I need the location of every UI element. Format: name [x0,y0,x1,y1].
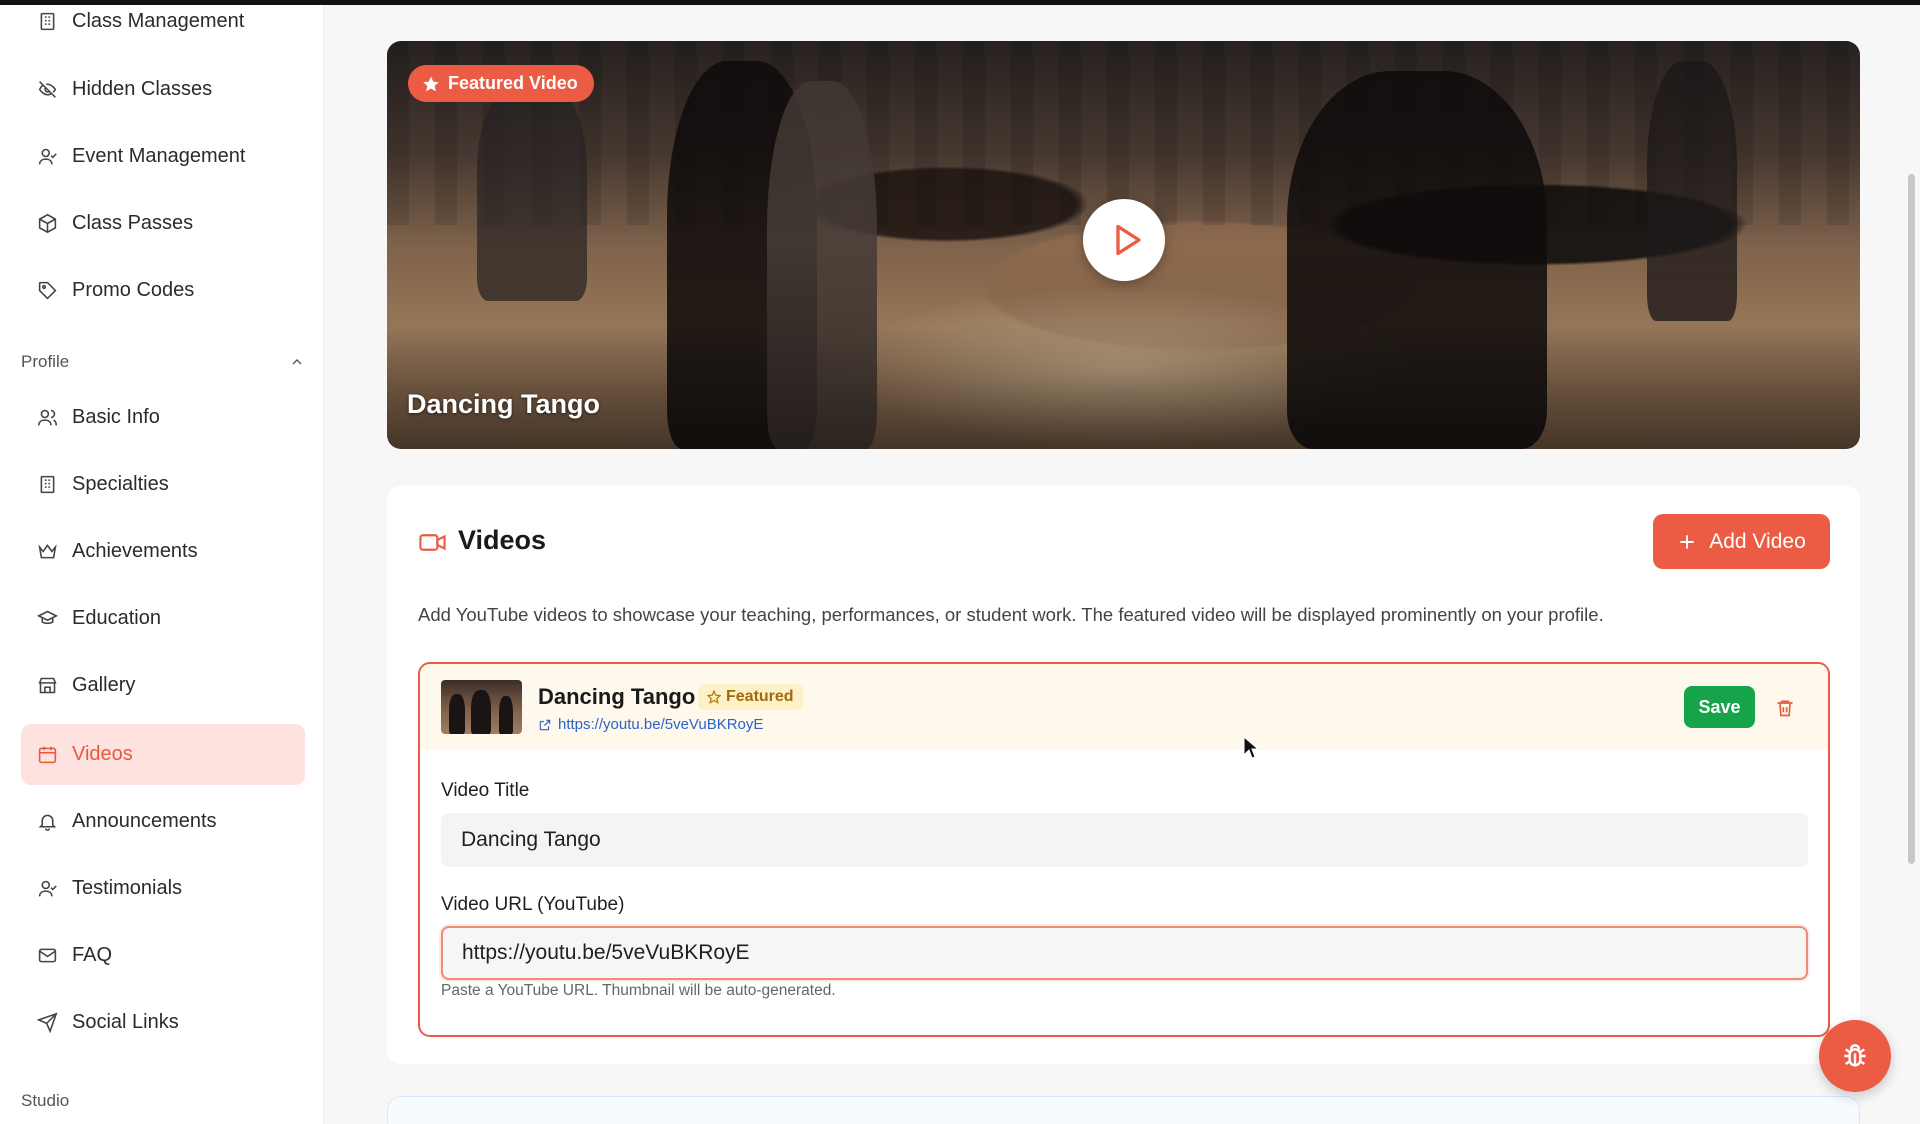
star-icon [707,690,721,704]
building-icon [40,12,55,31]
sidebar-item-basic-info[interactable]: Basic Info [21,387,305,448]
video-url-input[interactable] [441,926,1808,980]
sidebar-item-label: Testimonials [72,877,183,899]
studio-section-header[interactable]: Studio [21,1091,305,1111]
user-check-icon [38,148,57,165]
sidebar-item-label: Education [72,607,161,629]
play-button[interactable] [1083,199,1165,281]
videos-description: Add YouTube videos to showcase your teac… [418,604,1604,625]
sidebar-item-label: Event Management [72,145,246,167]
sidebar-item-announcements[interactable]: Announcements [21,791,305,852]
video-title-label: Video Title [441,780,530,801]
user-check-icon [38,880,57,897]
graduation-cap-icon [37,610,58,625]
featured-video-player[interactable]: Featured Video Dancing Tango [387,41,1860,449]
sidebar-item-label: Class Passes [72,212,194,234]
external-link-icon [539,719,551,730]
section-label: Studio [21,1091,70,1110]
sidebar-item-label: Videos [72,743,133,765]
featured-video-title: Dancing Tango [407,389,600,419]
sidebar-item-achievements[interactable]: Achievements [21,521,305,582]
featured-badge-label: Featured Video [448,73,578,93]
video-item: Dancing Tango Featured https://youtu.be/… [418,662,1830,1037]
trash-icon[interactable] [1775,697,1795,719]
plus-icon [1680,534,1694,549]
sidebar-item-label: FAQ [72,944,113,966]
sidebar: Class Management Hidden Classes Event Ma… [0,5,324,1124]
scrollbar-thumb[interactable] [1908,174,1915,864]
send-icon [37,1012,58,1033]
thumb-figure [449,694,465,734]
thumb-figure [499,696,513,734]
sidebar-item-label: Basic Info [72,406,160,428]
eye-off-icon [38,81,57,98]
bell-icon [38,814,57,831]
thumb-figure [471,690,491,734]
video-item-header: Dancing Tango Featured https://youtu.be/… [420,664,1828,750]
sidebar-item-label: Achievements [72,540,198,562]
sidebar-item-label: Social Links [72,1011,179,1033]
sidebar-item-class-management[interactable]: Class Management [21,5,305,52]
crown-icon [38,544,57,559]
video-link-text: https://youtu.be/5veVuBKRoyE [558,716,764,733]
sidebar-item-specialties[interactable]: Specialties [21,454,305,515]
package-icon [38,213,57,234]
sidebar-item-class-passes[interactable]: Class Passes [21,193,305,254]
sidebar-item-social-links[interactable]: Social Links [21,992,305,1053]
video-camera-icon [419,534,446,551]
video-title-input[interactable] [441,813,1808,867]
next-section-card [387,1096,1860,1124]
video-thumbnail[interactable] [441,680,522,734]
mail-icon [38,948,57,963]
video-url-hint: Paste a YouTube URL. Thumbnail will be a… [441,982,836,999]
video-item-title: Dancing Tango [538,684,696,709]
sidebar-item-promo-codes[interactable]: Promo Codes [21,260,305,321]
calendar-icon [38,746,57,764]
sidebar-item-testimonials[interactable]: Testimonials [21,858,305,919]
mouse-cursor-icon [1243,736,1259,759]
featured-video-badge: Featured Video [408,65,594,102]
sidebar-item-event-management[interactable]: Event Management [21,126,305,187]
star-icon [423,76,439,91]
users-icon [37,409,58,426]
bug-report-button[interactable] [1819,1020,1891,1092]
chevron-up-icon [292,359,302,365]
add-video-button[interactable]: Add Video [1653,514,1830,569]
sidebar-item-label: Gallery [72,674,136,696]
play-icon [1116,224,1141,256]
videos-section-title: Videos [458,525,547,555]
sidebar-item-label: Specialties [72,473,169,495]
featured-badge: Featured [698,684,803,710]
sidebar-item-education[interactable]: Education [21,588,305,649]
tag-icon [38,281,57,300]
building-icon [40,475,55,494]
section-label: Profile [21,352,70,371]
sidebar-item-label: Promo Codes [72,279,195,301]
video-link[interactable]: https://youtu.be/5veVuBKRoyE [538,716,763,733]
store-icon [38,677,57,694]
sidebar-item-faq[interactable]: FAQ [21,925,305,986]
sidebar-item-label: Class Management [72,10,245,32]
videos-card: Videos Add Video Add YouTube videos to s… [387,486,1860,1064]
sidebar-item-hidden-classes[interactable]: Hidden Classes [21,59,305,120]
add-video-label: Add Video [1709,529,1806,553]
bug-icon [1844,1044,1866,1067]
sidebar-item-videos[interactable]: Videos [21,724,305,785]
sidebar-item-label: Announcements [72,810,217,832]
sidebar-item-gallery[interactable]: Gallery [21,655,305,716]
video-url-label: Video URL (YouTube) [441,894,625,915]
featured-badge-label: Featured [726,688,794,705]
profile-section-header[interactable]: Profile [21,352,305,372]
sidebar-item-label: Hidden Classes [72,78,213,100]
save-button[interactable]: Save [1684,686,1755,728]
